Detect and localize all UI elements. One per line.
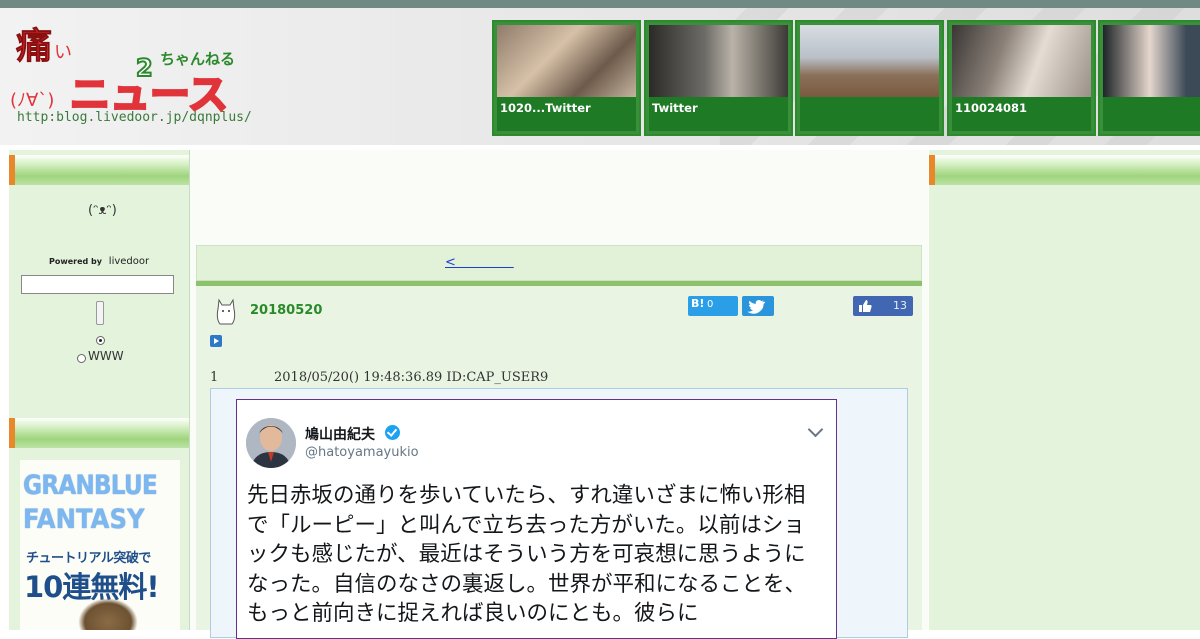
play-icon[interactable]: [210, 335, 222, 347]
avatar[interactable]: [246, 418, 296, 468]
svg-text:い: い: [54, 42, 72, 63]
tweet-author-handle[interactable]: @hatoyamayukio: [305, 445, 419, 460]
thumb-card[interactable]: Twitter: [644, 20, 793, 136]
radio-www[interactable]: [77, 354, 86, 363]
thumb-caption: [800, 97, 939, 131]
powered-by-label: Powered by: [49, 257, 102, 266]
thumb-caption: [1103, 97, 1200, 131]
category-icon: [216, 298, 236, 325]
article-nav: <: [196, 245, 922, 281]
radio-www-label: WWW: [88, 349, 124, 363]
hatena-bookmark-button[interactable]: B! 0: [688, 296, 738, 316]
thumb-caption: 1020...Twitter: [497, 97, 636, 131]
svg-text:(ﾉ∀`): (ﾉ∀`): [10, 90, 54, 111]
thumb-caption: Twitter: [649, 97, 788, 131]
top-border: [0, 0, 1200, 8]
sidebar-face: (ᵔᴥᵔ): [88, 203, 117, 218]
search-input[interactable]: [21, 275, 174, 294]
svg-text:痛: 痛: [16, 26, 52, 67]
thumb-image: [649, 25, 788, 97]
radio-blog[interactable]: [96, 336, 105, 345]
sidebar-heading-bar: [9, 155, 189, 185]
tweet-author-name[interactable]: 鳩山由紀夫: [305, 424, 375, 444]
thumb-image: [497, 25, 636, 97]
powered-by-livedoor[interactable]: Powered by livedoor: [49, 256, 149, 267]
right-sidebar: [929, 150, 1200, 630]
facebook-like-button[interactable]: 13: [853, 296, 913, 316]
thumb-image: [800, 25, 939, 97]
like-count: 13: [893, 299, 907, 312]
thumbs-up-icon: [859, 300, 872, 312]
svg-text:2: 2: [136, 54, 153, 82]
thumb-caption: 110024081: [952, 97, 1091, 131]
site-url[interactable]: http:blog.livedoor.jp/dqnplus/: [17, 110, 252, 125]
hatena-count: 0: [707, 299, 714, 310]
twitter-share-button[interactable]: [742, 296, 774, 316]
post-header: 1 2018/05/20() 19:48:36.89 ID:CAP_USER9: [210, 370, 548, 385]
sidebar-heading-bar: [9, 418, 189, 448]
svg-text:ちゃんねる: ちゃんねる: [160, 50, 235, 68]
livedoor-logo: livedoor: [108, 256, 150, 267]
thumb-card[interactable]: [1098, 20, 1200, 136]
post-number: 1: [210, 370, 219, 385]
thumb-card[interactable]: 1020...Twitter: [492, 20, 641, 136]
thumb-image: [1103, 25, 1200, 97]
hatena-label: B!: [691, 297, 705, 310]
twitter-bird-icon: [747, 300, 766, 314]
sidebar-heading-bar: [929, 155, 1200, 185]
post-meta: 2018/05/20() 19:48:36.89 ID:CAP_USER9: [274, 370, 549, 385]
banner-line: GRANBLUE: [23, 470, 158, 501]
avatar-image: [246, 418, 296, 468]
game-ad-banner[interactable]: GRANBLUE FANTASY チュートリアル突破で 10連無料!: [20, 460, 180, 630]
thumb-card[interactable]: 110024081: [947, 20, 1096, 136]
banner-bird-image: [78, 598, 138, 630]
banner-line: FANTASY: [23, 504, 145, 535]
verified-badge-icon: [385, 425, 400, 440]
article-date: 20180520: [250, 303, 323, 318]
thumb-card[interactable]: [795, 20, 944, 136]
thumb-image: [952, 25, 1091, 97]
search-button[interactable]: [96, 301, 104, 325]
prev-article-link[interactable]: <: [445, 255, 514, 270]
tweet-text: 先日赤坂の通りを歩いていたら、すれ違いざまに怖い形相で「ルーピー」と叫んで立ち去…: [247, 483, 807, 626]
